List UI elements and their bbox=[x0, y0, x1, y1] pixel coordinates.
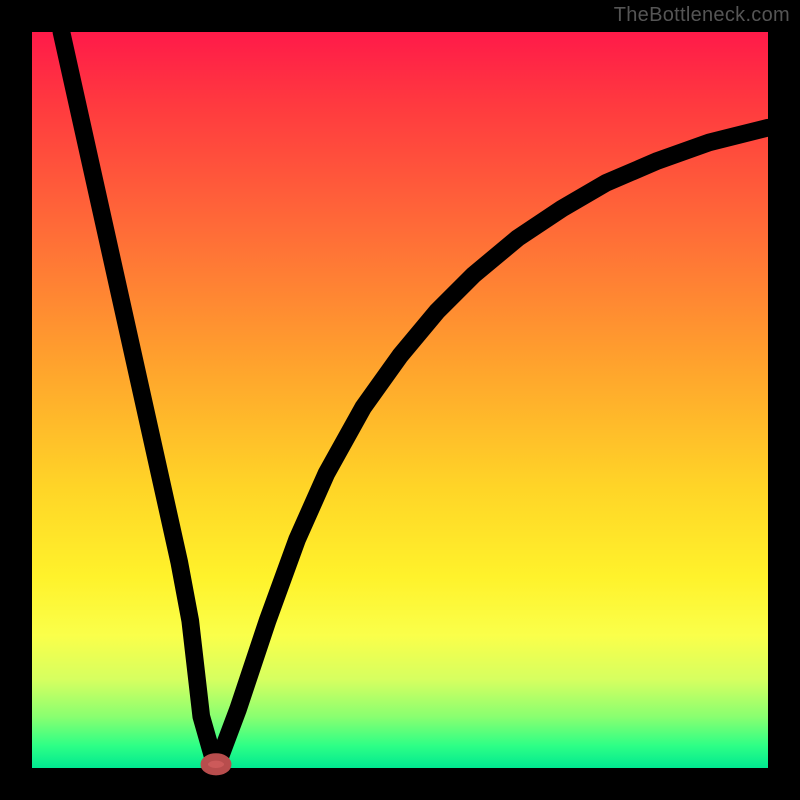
watermark-text: TheBottleneck.com bbox=[614, 4, 790, 27]
chart-frame: TheBottleneck.com bbox=[0, 0, 800, 800]
plot-area bbox=[32, 32, 768, 768]
optimum-marker bbox=[204, 757, 228, 772]
curve-svg bbox=[32, 32, 768, 768]
bottleneck-curve bbox=[61, 32, 768, 768]
